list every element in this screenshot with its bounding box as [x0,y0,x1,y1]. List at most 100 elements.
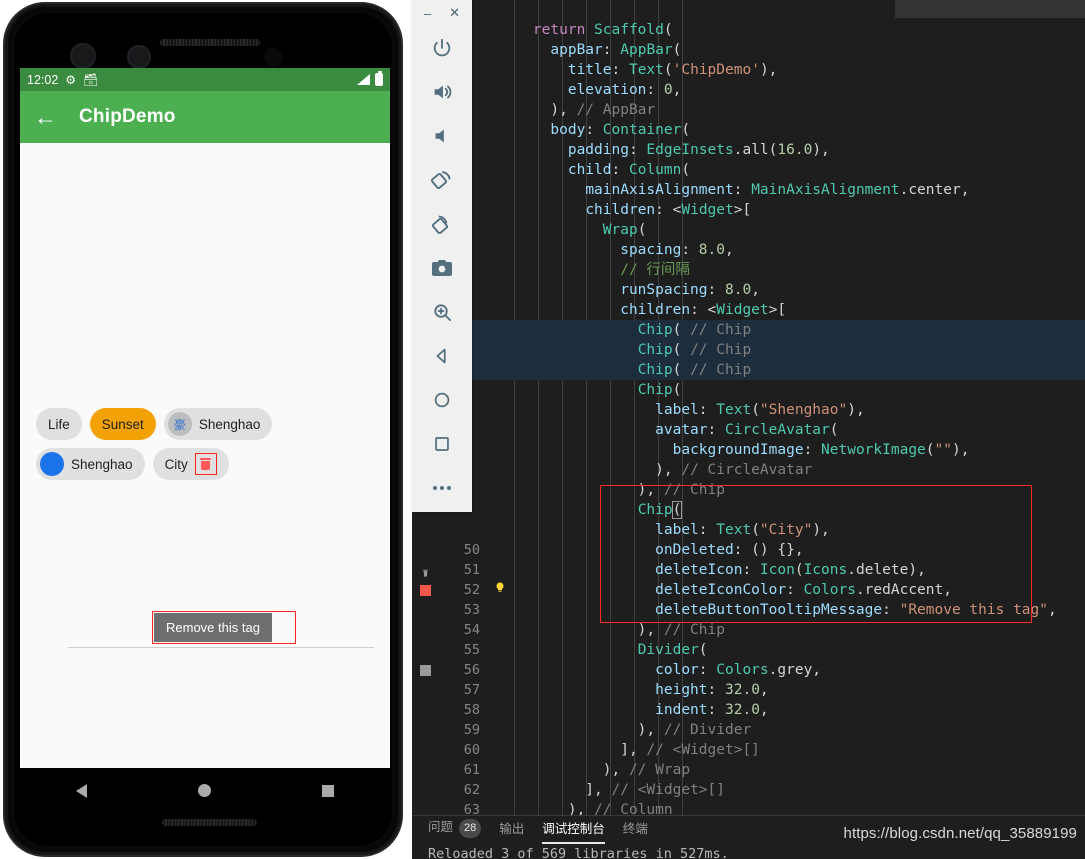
panel-tab-item[interactable]: 输出 [499,818,524,841]
camera-icon[interactable] [412,246,472,290]
chip-shenghao-blue[interactable]: Shenghao [36,448,145,480]
line-number: 52 [412,580,490,600]
problems-badge: 28 [459,818,482,838]
code-line[interactable]: return Scaffold( [412,20,1085,40]
code-line[interactable]: Chip( [412,380,1085,400]
panel-tab-item[interactable]: 终端 [623,818,648,841]
chip-city[interactable]: City [152,448,229,480]
code-text: label: Text("City"), [655,522,830,538]
close-button[interactable]: ✕ [449,5,460,21]
delete-tooltip: Remove this tag [154,613,272,642]
code-text: avatar: CircleAvatar( [655,422,839,438]
code-line[interactable]: 56 color: Colors.grey, [412,660,1085,680]
panel-tab-item[interactable]: 问题 28 [428,816,482,842]
power-icon[interactable] [412,26,472,70]
code-line[interactable]: ), // AppBar [412,100,1085,120]
back-icon[interactable] [412,334,472,378]
code-line[interactable]: Chip( [412,500,1085,520]
code-line[interactable]: children: <Widget>[ [412,300,1085,320]
line-number: 60 [463,742,480,758]
code-line[interactable]: 51 deleteIcon: Icon(Icons.delete), [412,560,1085,580]
chip-row-2: Shenghao City [36,448,374,480]
code-text: ], // <Widget>[] [498,782,725,798]
panel-tab-label: 问题 [428,820,454,835]
code-line[interactable]: spacing: 8.0, [412,240,1085,260]
code-line[interactable]: ❯ Chip( // Chip [412,340,1085,360]
sdcard-icon: 🗃 [83,72,99,87]
chip-label: Life [48,416,70,432]
chip-label: City [164,456,188,472]
back-triangle-icon[interactable] [75,783,87,798]
trash-icon[interactable] [194,453,217,475]
overview-icon[interactable] [412,422,472,466]
code-text: height: 32.0, [655,682,769,698]
home-icon[interactable] [412,378,472,422]
volume-up-icon[interactable] [412,70,472,114]
line-number: 50 [463,542,480,558]
code-line[interactable]: child: Column( [412,160,1085,180]
code-lines[interactable]: return Scaffold( appBar: AppBar( title: … [412,0,1085,815]
code-line[interactable]: 62 ], // <Widget>[] [412,780,1085,800]
code-line[interactable]: 63 ), // Column [412,800,1085,815]
code-line[interactable]: 58 indent: 32.0, [412,700,1085,720]
code-line[interactable]: backgroundImage: NetworkImage(""), [412,440,1085,460]
device-screen[interactable]: 12:02 ⚙ 🗃 ✕ ← ChipDemo [20,68,390,768]
code-line[interactable]: 59 ), // Divider [412,720,1085,740]
home-circle-icon[interactable] [197,784,211,797]
volume-down-icon[interactable] [412,114,472,158]
code-line[interactable]: 50 onDeleted: () {}, [412,540,1085,560]
code-text: color: Colors.grey, [655,662,822,678]
code-line[interactable]: padding: EdgeInsets.all(16.0), [412,140,1085,160]
chip-sunset[interactable]: Sunset [89,408,156,440]
back-arrow-icon[interactable]: ← [34,105,57,129]
code-line[interactable]: 61 ), // Wrap [412,760,1085,780]
rotate-left-icon[interactable] [412,158,472,202]
line-number: 55 [463,642,480,658]
code-line[interactable]: elevation: 0, [412,80,1085,100]
line-number: 63 [463,802,480,815]
app-body: Life Sunset 豪 Shenghao Shenghao City Rem… [20,143,390,768]
line-number: 56 [412,660,490,680]
code-line[interactable]: ), // CircleAvatar [412,460,1085,480]
zoom-icon[interactable] [412,290,472,334]
code-line[interactable]: appBar: AppBar( [412,40,1085,60]
minimize-button[interactable]: – [424,6,431,21]
avatar [40,452,64,476]
code-scroll-area[interactable]: return Scaffold( appBar: AppBar( title: … [412,0,1085,815]
recents-square-icon[interactable] [322,784,335,797]
android-emulator-device: 12:02 ⚙ 🗃 ✕ ← ChipDemo [0,0,412,859]
code-line[interactable]: Wrap( [412,220,1085,240]
code-line[interactable]: mainAxisAlignment: MainAxisAlignment.cen… [412,180,1085,200]
android-nav-bar [20,768,390,813]
gutter-trash-icon[interactable] [420,565,431,577]
change-marker[interactable] [420,664,431,676]
code-line[interactable]: runSpacing: 8.0, [412,280,1085,300]
code-line[interactable]: 53 deleteButtonTooltipMessage: "Remove t… [412,600,1085,620]
chip-shenghao-avatar[interactable]: 豪 Shenghao [163,408,273,440]
more-icon[interactable] [412,466,472,510]
code-line[interactable]: // 行间隔 [412,260,1085,280]
code-text: label: Text("Shenghao"), [655,402,865,418]
chip-wrap-container: Life Sunset 豪 Shenghao Shenghao City Rem… [36,408,374,648]
code-line[interactable]: title: Text('ChipDemo'), [412,60,1085,80]
code-line[interactable]: 55 Divider( [412,640,1085,660]
avatar: 豪 [167,412,192,436]
code-line[interactable]: 57 height: 32.0, [412,680,1085,700]
code-line[interactable]: ❯ Chip( // Chip [412,320,1085,340]
code-line[interactable]: label: Text("Shenghao"), [412,400,1085,420]
code-line[interactable]: label: Text("City"), [412,520,1085,540]
code-line[interactable]: avatar: CircleAvatar( [412,420,1085,440]
code-line[interactable]: 52 deleteIconColor: Colors.redAccent, [412,580,1085,600]
code-line[interactable]: children: <Widget>[ [412,200,1085,220]
code-line[interactable]: 54 ), // Chip [412,620,1085,640]
code-text: child: Column( [567,162,691,178]
code-editor[interactable]: return Scaffold( appBar: AppBar( title: … [412,0,1085,859]
code-line[interactable]: ❯ Chip( // Chip [412,360,1085,380]
panel-tab-active[interactable]: 调试控制台 [542,818,605,844]
code-line[interactable]: 60 ], // <Widget>[] [412,740,1085,760]
code-line[interactable]: ), // Chip [412,480,1085,500]
code-line[interactable]: body: Container( [412,120,1085,140]
rotate-right-icon[interactable] [412,202,472,246]
breakpoint-marker[interactable] [420,584,431,596]
chip-life[interactable]: Life [36,408,82,440]
